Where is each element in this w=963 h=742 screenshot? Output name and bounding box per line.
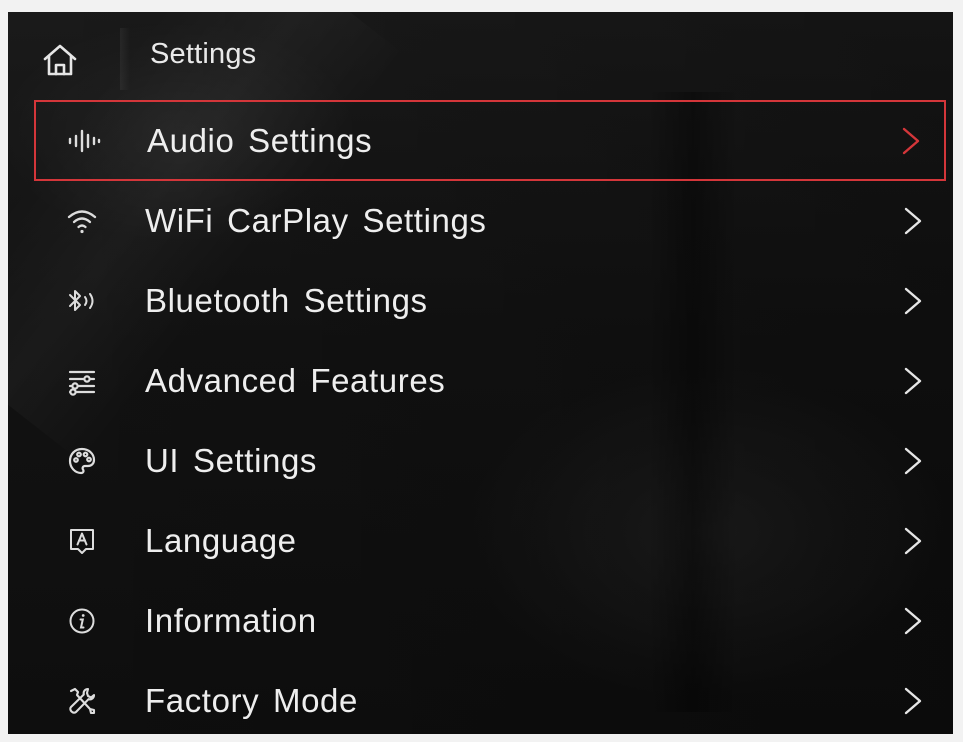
menu-item-bluetooth-settings[interactable]: Bluetooth Settings (34, 261, 946, 341)
bluetooth-icon (64, 283, 100, 319)
menu-item-factory-mode[interactable]: Factory Mode (34, 661, 946, 734)
header-bar: Settings (8, 12, 953, 94)
settings-menu: Audio Settings WiFi CarPlay Settings Blu… (34, 100, 946, 734)
home-icon (43, 44, 77, 76)
chevron-right-icon (902, 685, 924, 717)
chevron-right-icon (902, 365, 924, 397)
menu-item-label: Bluetooth Settings (145, 282, 428, 319)
menu-item-advanced-features[interactable]: Advanced Features (34, 341, 946, 421)
menu-item-label: Advanced Features (145, 362, 446, 399)
menu-item-audio-settings[interactable]: Audio Settings (34, 100, 946, 181)
menu-item-information[interactable]: Information (34, 581, 946, 661)
settings-screen: Settings Audio Settings WiFi CarPlay Set… (8, 12, 953, 734)
language-icon (64, 523, 100, 559)
chevron-right-icon (902, 605, 924, 637)
chevron-right-icon (902, 205, 924, 237)
palette-icon (64, 443, 100, 479)
chevron-right-icon (900, 125, 922, 157)
menu-item-label: Audio Settings (147, 121, 373, 159)
home-button[interactable] (38, 40, 82, 80)
chevron-right-icon (902, 285, 924, 317)
chevron-right-icon (902, 445, 924, 477)
menu-item-label: UI Settings (145, 442, 318, 479)
menu-item-wifi-carplay-settings[interactable]: WiFi CarPlay Settings (34, 181, 946, 261)
page-title: Settings (150, 38, 257, 70)
menu-item-label: Language (145, 522, 297, 559)
screen-frame: Settings Audio Settings WiFi CarPlay Set… (0, 0, 963, 742)
menu-item-ui-settings[interactable]: UI Settings (34, 421, 946, 501)
menu-item-label: WiFi CarPlay Settings (145, 202, 487, 239)
info-icon (64, 603, 100, 639)
tools-icon (64, 683, 100, 719)
chevron-right-icon (902, 525, 924, 557)
equalizer-icon (66, 123, 102, 159)
sliders-icon (64, 363, 100, 399)
menu-item-label: Information (145, 602, 317, 639)
wifi-icon (64, 203, 100, 239)
header-divider (120, 28, 130, 90)
menu-item-language[interactable]: Language (34, 501, 946, 581)
menu-item-label: Factory Mode (145, 682, 358, 719)
